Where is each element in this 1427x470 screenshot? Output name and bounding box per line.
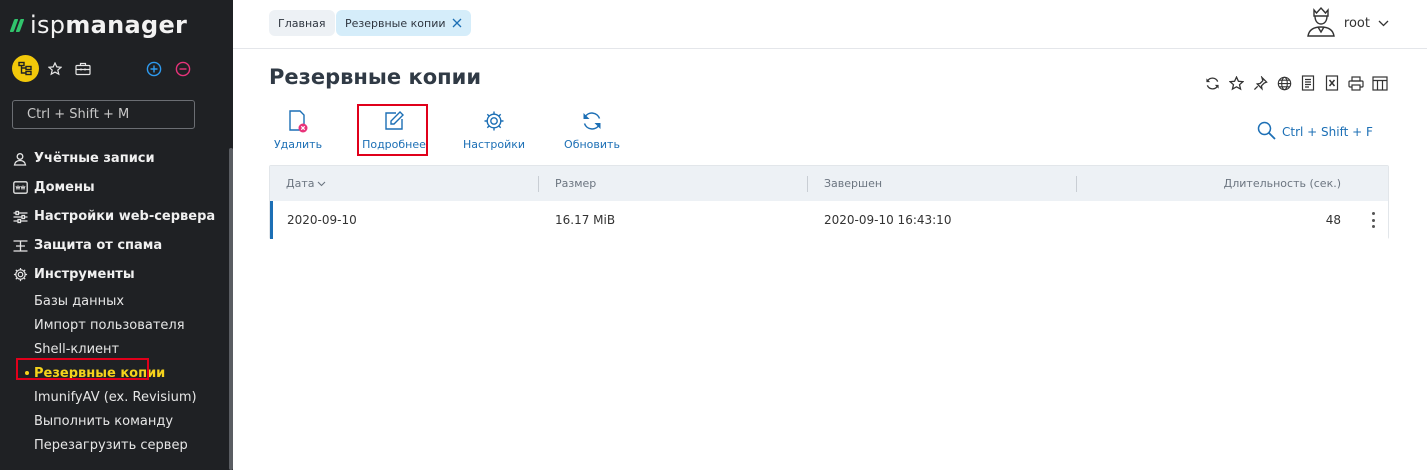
sidebar-item-label: Импорт пользователя: [34, 317, 185, 333]
settings-button[interactable]: Настройки: [462, 108, 526, 158]
breadcrumb-label: Резервные копии: [345, 16, 446, 30]
filter-icon: [12, 238, 28, 254]
sliders-icon: [12, 209, 28, 225]
search-icon: [1257, 121, 1276, 143]
sidebar-item-label: Выполнить команду: [34, 413, 174, 429]
sidebar-item-user-import[interactable]: Импорт пользователя: [0, 313, 229, 337]
print-icon[interactable]: [1347, 73, 1365, 93]
document-icon[interactable]: [1299, 73, 1317, 93]
columns-icon[interactable]: [1371, 73, 1389, 93]
app-logo[interactable]: ispmanager: [9, 10, 188, 40]
table-search-label: Ctrl + Shift + F: [1282, 125, 1373, 139]
details-button-highlight: [357, 104, 428, 156]
logo-text: ispmanager: [30, 11, 188, 39]
user-icon: [12, 151, 28, 167]
sidebar-item-label: Учётные записи: [34, 151, 155, 166]
excel-icon[interactable]: [1323, 73, 1341, 93]
plus-circle-icon[interactable]: [145, 55, 163, 83]
sidebar-item-label: Инструменты: [34, 267, 135, 282]
table-row[interactable]: 2020-09-10 16.17 MiB 2020-09-10 16:43:10…: [270, 201, 1388, 239]
column-separator[interactable]: [807, 166, 808, 201]
sidebar-item-reboot-server[interactable]: Перезагрузить сервер: [0, 433, 229, 457]
gear-icon: [483, 108, 505, 134]
sidebar-item-label: ImunifyAV (ex. Revisium): [34, 389, 197, 405]
table-search-button[interactable]: Ctrl + Shift + F: [1257, 121, 1373, 143]
sidebar-item-imunifyav[interactable]: ImunifyAV (ex. Revisium): [0, 385, 229, 409]
sidebar-item-label: Базы данных: [34, 293, 125, 309]
refresh-icon[interactable]: [1203, 73, 1221, 93]
chevron-down-icon: [1378, 16, 1389, 31]
refresh-label: Обновить: [564, 138, 620, 151]
sidebar-item-label: Shell-клиент: [34, 341, 120, 357]
column-header-date[interactable]: Дата: [286, 166, 536, 201]
pin-icon[interactable]: [1251, 73, 1269, 93]
briefcase-icon[interactable]: [74, 55, 92, 83]
sidebar-item-web-server-settings[interactable]: Настройки web-сервера: [0, 202, 229, 231]
sidebar-item-tools[interactable]: Инструменты: [0, 260, 229, 289]
www-icon: [12, 180, 28, 196]
sidebar-item-databases[interactable]: Базы данных: [0, 289, 229, 313]
backups-table: Дата Размер Завершен Длительность (сек.)…: [269, 165, 1389, 239]
cell-size: 16.17 MiB: [555, 213, 616, 227]
user-name: root: [1343, 15, 1370, 31]
menu-search-input[interactable]: [12, 100, 195, 129]
sidebar-quick-icons: [12, 55, 222, 83]
column-label: Завершен: [824, 177, 883, 190]
breadcrumb-home-tab[interactable]: Главная: [269, 10, 335, 36]
cell-finished: 2020-09-10 16:43:10: [824, 213, 952, 227]
gear-icon: [12, 267, 28, 283]
cell-duration: 48: [1325, 213, 1341, 227]
user-menu[interactable]: root: [1306, 6, 1389, 40]
column-header-duration[interactable]: Длительность (сек.): [1090, 166, 1341, 201]
close-icon[interactable]: [452, 18, 462, 28]
star-icon[interactable]: [1227, 73, 1245, 93]
breadcrumb-backups-tab[interactable]: Резервные копии: [336, 10, 471, 36]
sidebar-item-label: Настройки web-сервера: [34, 209, 216, 224]
sidebar-item-label: Защита от спама: [34, 238, 163, 253]
refresh-button[interactable]: Обновить: [564, 108, 620, 158]
cell-date: 2020-09-10: [287, 213, 357, 227]
column-separator[interactable]: [538, 166, 539, 201]
page-title: Резервные копии: [269, 65, 482, 89]
globe-icon[interactable]: [1275, 73, 1293, 93]
column-header-size[interactable]: Размер: [555, 166, 805, 201]
separator-line: [538, 176, 539, 192]
column-header-finished[interactable]: Завершен: [824, 166, 1074, 201]
active-item-highlight: [16, 358, 149, 380]
sidebar-item-spam-protection[interactable]: Защита от спама: [0, 231, 229, 260]
breadcrumb-label: Главная: [278, 16, 326, 30]
sidebar-item-run-command[interactable]: Выполнить команду: [0, 409, 229, 433]
column-label: Размер: [555, 177, 597, 190]
table-header: Дата Размер Завершен Длительность (сек.): [270, 166, 1388, 201]
avatar: [1306, 5, 1336, 41]
delete-button[interactable]: Удалить: [273, 108, 323, 158]
top-bar: Главная Резервные копии root: [233, 0, 1427, 49]
column-label: Дата: [286, 177, 315, 190]
sidebar: ispmanager Учётные записи: [0, 0, 233, 470]
sidebar-item-label: Перезагрузить сервер: [34, 437, 188, 453]
sidebar-item-label: Домены: [34, 180, 95, 195]
sidebar-item-domains[interactable]: Домены: [0, 173, 229, 202]
sidebar-scrollbar[interactable]: [229, 148, 233, 470]
separator-line: [1076, 176, 1077, 192]
minus-circle-icon[interactable]: [174, 55, 192, 83]
separator-line: [807, 176, 808, 192]
sidebar-menu: Учётные записи Домены Настройки web-серв…: [0, 144, 229, 457]
settings-label: Настройки: [462, 138, 526, 151]
sidebar-item-accounts[interactable]: Учётные записи: [0, 144, 229, 173]
delete-label: Удалить: [273, 138, 323, 151]
delete-file-icon: [286, 108, 310, 134]
logo-mark-icon: [9, 18, 25, 32]
star-icon[interactable]: [46, 55, 64, 83]
column-separator[interactable]: [1076, 166, 1077, 201]
tree-icon[interactable]: [12, 55, 39, 82]
row-menu-icon[interactable]: [1370, 212, 1376, 228]
sort-chevron-icon: [317, 181, 326, 187]
header-tools: [1203, 73, 1389, 93]
refresh-icon: [581, 108, 603, 134]
column-label: Длительность (сек.): [1223, 177, 1341, 190]
